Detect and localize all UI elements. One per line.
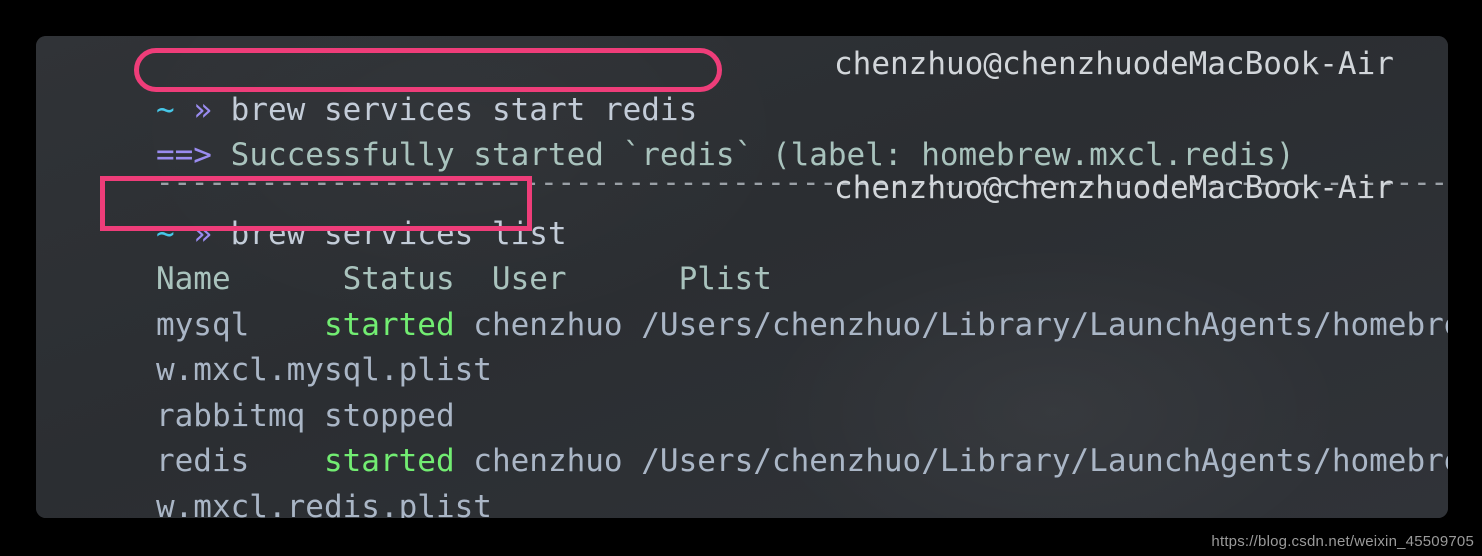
service-plist-redis-wrapped: w.mxcl.redis.plist — [155, 488, 492, 519]
prompt-host-label-1: chenzhuo@chenzhuodeMacBook-Air — [834, 46, 1394, 82]
prompt-host-label-2: chenzhuo@chenzhuodeMacBook-Air — [834, 170, 1394, 206]
terminal-line-output-success: ==> Successfully started `redis` (label:… — [44, 88, 1448, 173]
terminal-separator-line: ----------------------------------------… — [44, 133, 1448, 199]
watermark-url: https://blog.csdn.net/weixin_45509705 — [1211, 533, 1474, 550]
table-row-redis: redis started chenzhuo /Users/chenzhuo/L… — [44, 394, 1448, 479]
table-row-redis-wrap: w.mxcl.redis.plist — [44, 439, 1448, 519]
table-row-mysql-wrap: w.mxcl.mysql.plist — [44, 303, 1448, 388]
terminal-window[interactable]: ~ » brew services start redis chenzhuo@ch… — [36, 36, 1448, 518]
terminal-output-area[interactable]: ~ » brew services start redis chenzhuo@ch… — [36, 36, 1448, 519]
terminal-line-command-1: ~ » brew services start redis chenzhuo@ch… — [44, 42, 1448, 128]
table-row-mysql: mysql started chenzhuo /Users/chenzhuo/L… — [44, 257, 1448, 343]
terminal-line-command-2: ~ » brew services list chenzhuo@chenzhuod… — [44, 166, 1448, 252]
table-row-rabbitmq: rabbitmq stopped — [44, 348, 1448, 434]
services-table-header-row: Name Status User Plist — [44, 212, 1448, 297]
